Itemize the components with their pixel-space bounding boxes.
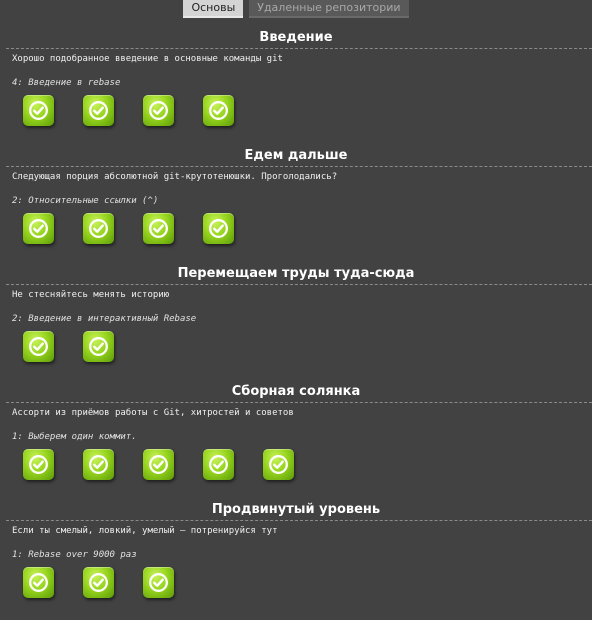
check-circle-icon — [29, 573, 48, 592]
section-mixed-bag: Сборная солянка Ассорти из приёмов работ… — [0, 383, 592, 493]
level-button[interactable] — [23, 331, 54, 362]
level-button[interactable] — [263, 449, 294, 480]
level-button[interactable] — [23, 567, 54, 598]
check-circle-icon — [89, 101, 108, 120]
section-description: Следующая порция абсолютной git-крутотен… — [12, 172, 338, 182]
section-current-level: 1: Выберем один коммит. — [12, 432, 137, 442]
level-button[interactable] — [143, 213, 174, 244]
section-moving-work: Перемещаем труды туда-сюда Не стесняйтес… — [0, 265, 592, 375]
check-circle-icon — [29, 337, 48, 356]
level-button[interactable] — [203, 95, 234, 126]
level-button[interactable] — [83, 567, 114, 598]
section-title: Перемещаем труды туда-сюда — [177, 266, 415, 281]
level-button[interactable] — [23, 213, 54, 244]
level-button[interactable] — [203, 449, 234, 480]
section-divider — [6, 48, 592, 49]
section-current-level: 2: Относительные ссылки (^) — [12, 196, 159, 206]
level-button[interactable] — [23, 449, 54, 480]
check-circle-icon — [89, 219, 108, 238]
section-description: Ассорти из приёмов работы с Git, хитрост… — [12, 408, 294, 418]
check-circle-icon — [149, 573, 168, 592]
section-current-level: 4: Введение в rebase — [12, 78, 121, 88]
section-advanced: Продвинутый уровень Если ты смелый, ловк… — [0, 501, 592, 611]
section-divider — [6, 284, 592, 285]
check-circle-icon — [149, 101, 168, 120]
check-circle-icon — [269, 455, 288, 474]
level-list — [23, 213, 263, 244]
section-title: Сборная солянка — [231, 384, 361, 399]
check-circle-icon — [209, 455, 228, 474]
level-button[interactable] — [143, 95, 174, 126]
level-list — [23, 449, 323, 480]
section-description: Хорошо подобранное введение в основные к… — [12, 54, 283, 64]
level-button[interactable] — [83, 213, 114, 244]
section-introduction: Введение Хорошо подобранное введение в о… — [0, 29, 592, 139]
level-button[interactable] — [83, 95, 114, 126]
check-circle-icon — [89, 337, 108, 356]
level-button[interactable] — [203, 213, 234, 244]
check-circle-icon — [209, 219, 228, 238]
level-button[interactable] — [143, 567, 174, 598]
check-circle-icon — [149, 219, 168, 238]
tab-bar: Основы Удаленные репозитории — [0, 0, 592, 18]
check-circle-icon — [29, 455, 48, 474]
level-button[interactable] — [83, 449, 114, 480]
check-circle-icon — [29, 219, 48, 238]
level-list — [23, 95, 263, 126]
section-moving-on: Едем дальше Следующая порция абсолютной … — [0, 147, 592, 257]
tab-remote-repositories[interactable]: Удаленные репозитории — [249, 0, 409, 18]
level-list — [23, 331, 143, 362]
section-description: Не стесняйтесь менять историю — [12, 290, 170, 300]
section-current-level: 1: Rebase over 9000 раз — [12, 550, 137, 560]
section-divider — [6, 402, 592, 403]
check-circle-icon — [89, 573, 108, 592]
check-circle-icon — [209, 101, 228, 120]
level-button[interactable] — [143, 449, 174, 480]
tab-basics[interactable]: Основы — [183, 0, 244, 18]
section-description: Если ты смелый, ловкий, умелый – потрени… — [12, 526, 278, 536]
section-title: Продвинутый уровень — [211, 502, 381, 517]
section-divider — [6, 166, 592, 167]
level-list — [23, 567, 203, 598]
level-button[interactable] — [23, 95, 54, 126]
section-title: Введение — [259, 30, 333, 45]
level-button[interactable] — [83, 331, 114, 362]
section-divider — [6, 520, 592, 521]
section-current-level: 2: Введение в интерактивный Rebase — [12, 314, 197, 324]
section-title: Едем дальше — [244, 148, 348, 163]
check-circle-icon — [29, 101, 48, 120]
check-circle-icon — [89, 455, 108, 474]
check-circle-icon — [149, 455, 168, 474]
